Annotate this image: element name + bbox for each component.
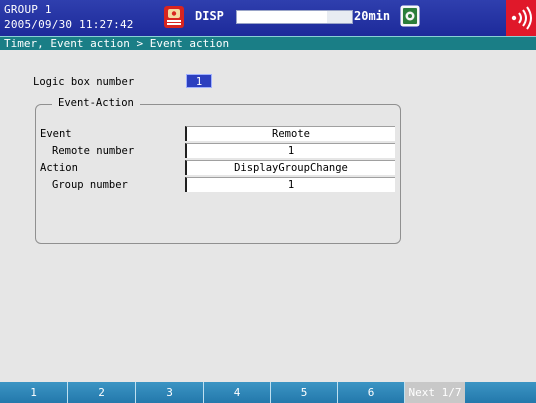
softkey-1[interactable]: 1 xyxy=(0,382,68,403)
communication-icon xyxy=(506,0,536,36)
remote-number-field[interactable]: 1 xyxy=(185,143,395,158)
trend-rate-label: 20min xyxy=(354,9,391,23)
alarm-icon xyxy=(163,5,185,29)
action-label: Action xyxy=(40,162,78,174)
softkey-bar: 1 2 3 4 5 6 Next 1/7 xyxy=(0,382,536,403)
breadcrumb: Timer, Event action > Event action xyxy=(0,36,536,50)
memory-usage-fill xyxy=(237,11,327,23)
group-number-field[interactable]: 1 xyxy=(185,177,395,192)
remote-number-label: Remote number xyxy=(52,145,135,157)
event-action-title: Event-Action xyxy=(52,97,140,110)
logic-box-number-field[interactable]: 1 xyxy=(186,74,212,88)
softkey-3[interactable]: 3 xyxy=(136,382,204,403)
event-label: Event xyxy=(40,128,72,140)
softkey-6[interactable]: 6 xyxy=(338,382,405,403)
event-field[interactable]: Remote xyxy=(185,126,395,141)
softkey-5[interactable]: 5 xyxy=(271,382,338,403)
softkey-4[interactable]: 4 xyxy=(204,382,271,403)
media-icon xyxy=(399,4,421,28)
group-number-label: Group number xyxy=(52,179,128,191)
softkey-2[interactable]: 2 xyxy=(68,382,136,403)
status-bar: GROUP 1 2005/09/30 11:27:42 DISP 20min xyxy=(0,0,536,36)
logic-box-label: Logic box number xyxy=(33,76,135,88)
action-field[interactable]: DisplayGroupChange xyxy=(185,160,395,175)
mode-label: DISP xyxy=(195,9,224,23)
group-name: GROUP 1 xyxy=(4,3,52,16)
datetime: 2005/09/30 11:27:42 xyxy=(4,18,134,31)
next-page-button[interactable]: Next 1/7 xyxy=(405,382,465,403)
group-info: GROUP 1 2005/09/30 11:27:42 xyxy=(4,2,134,32)
memory-usage-bar xyxy=(236,10,353,24)
